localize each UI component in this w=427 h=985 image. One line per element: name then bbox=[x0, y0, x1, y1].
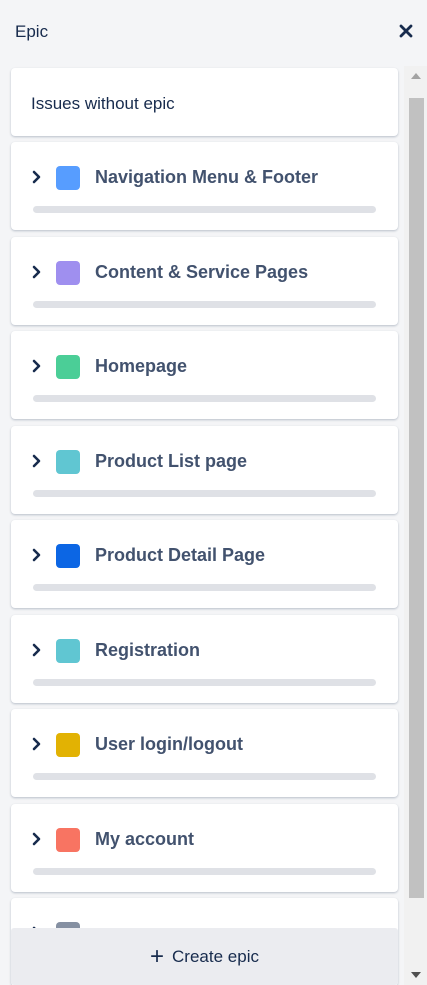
epic-progress-bar bbox=[33, 206, 376, 213]
epic-progress-bar bbox=[33, 395, 376, 402]
epic-name: Product List page bbox=[95, 450, 248, 471]
epic-card[interactable]: Navigation Menu & Footer bbox=[11, 142, 398, 230]
chevron-right-icon[interactable] bbox=[30, 453, 44, 469]
issues-without-epic[interactable]: Issues without epic bbox=[11, 68, 398, 136]
epic-color-swatch bbox=[56, 827, 80, 852]
epic-card[interactable]: Product List page bbox=[11, 425, 398, 514]
epic-card[interactable]: User login/logout bbox=[11, 709, 398, 797]
epic-color-swatch bbox=[56, 166, 80, 190]
epic-name: Content & Service Pages bbox=[95, 261, 309, 282]
epic-card[interactable]: My account bbox=[11, 803, 398, 892]
issues-without-epic-label: Issues without epic bbox=[31, 94, 175, 113]
epic-card[interactable]: Registration bbox=[11, 614, 398, 703]
epic-name: Registration bbox=[95, 639, 201, 660]
epic-name: My account bbox=[95, 828, 195, 849]
epic-progress-bar bbox=[33, 773, 376, 780]
epic-card[interactable]: Content & Service Pages bbox=[11, 236, 398, 325]
close-icon-glyph bbox=[399, 24, 413, 38]
epic-card[interactable]: Product Detail Page bbox=[11, 520, 398, 608]
epic-color-swatch bbox=[56, 449, 80, 474]
epic-color-swatch bbox=[56, 544, 80, 568]
epic-panel: Epic Issues without epic Navigation Menu… bbox=[0, 0, 427, 985]
epic-name: Navigation Menu & Footer bbox=[95, 167, 319, 187]
create-epic-button[interactable]: + Create epic bbox=[11, 928, 398, 985]
chevron-right-icon[interactable] bbox=[30, 831, 44, 847]
panel-title: Epic bbox=[15, 22, 49, 41]
epic-progress-bar bbox=[33, 584, 376, 591]
chevron-right-icon[interactable] bbox=[30, 358, 44, 374]
create-epic-label: Create epic bbox=[172, 946, 259, 966]
epic-color-swatch bbox=[56, 355, 80, 379]
chevron-right-icon[interactable] bbox=[30, 547, 44, 563]
epic-color-swatch bbox=[56, 638, 80, 663]
epic-progress-bar bbox=[33, 678, 376, 686]
epic-color-swatch bbox=[56, 260, 80, 285]
scrollbar-thumb[interactable] bbox=[409, 98, 424, 898]
epic-list: Issues without epic Navigation Menu & Fo… bbox=[0, 66, 404, 985]
plus-icon: + bbox=[150, 942, 165, 970]
epic-name: Homepage bbox=[95, 356, 188, 376]
epic-progress-bar bbox=[33, 489, 376, 497]
chevron-right-icon[interactable] bbox=[30, 736, 44, 752]
close-icon[interactable] bbox=[393, 18, 419, 44]
epic-color-swatch bbox=[56, 733, 80, 757]
chevron-right-icon[interactable] bbox=[30, 642, 44, 658]
epic-name: Product Detail Page bbox=[95, 545, 266, 565]
scrollbar[interactable] bbox=[404, 66, 427, 985]
epic-card[interactable]: Homepage bbox=[11, 331, 398, 419]
epic-name: User login/logout bbox=[95, 734, 243, 754]
epic-progress-bar bbox=[33, 867, 376, 875]
panel-header: Epic bbox=[0, 0, 427, 66]
scroll-up-arrow-icon[interactable] bbox=[404, 66, 427, 86]
scroll-down-arrow-icon[interactable] bbox=[404, 965, 427, 985]
chevron-right-icon[interactable] bbox=[30, 169, 44, 185]
epic-progress-bar bbox=[33, 300, 376, 308]
chevron-right-icon[interactable] bbox=[30, 264, 44, 280]
